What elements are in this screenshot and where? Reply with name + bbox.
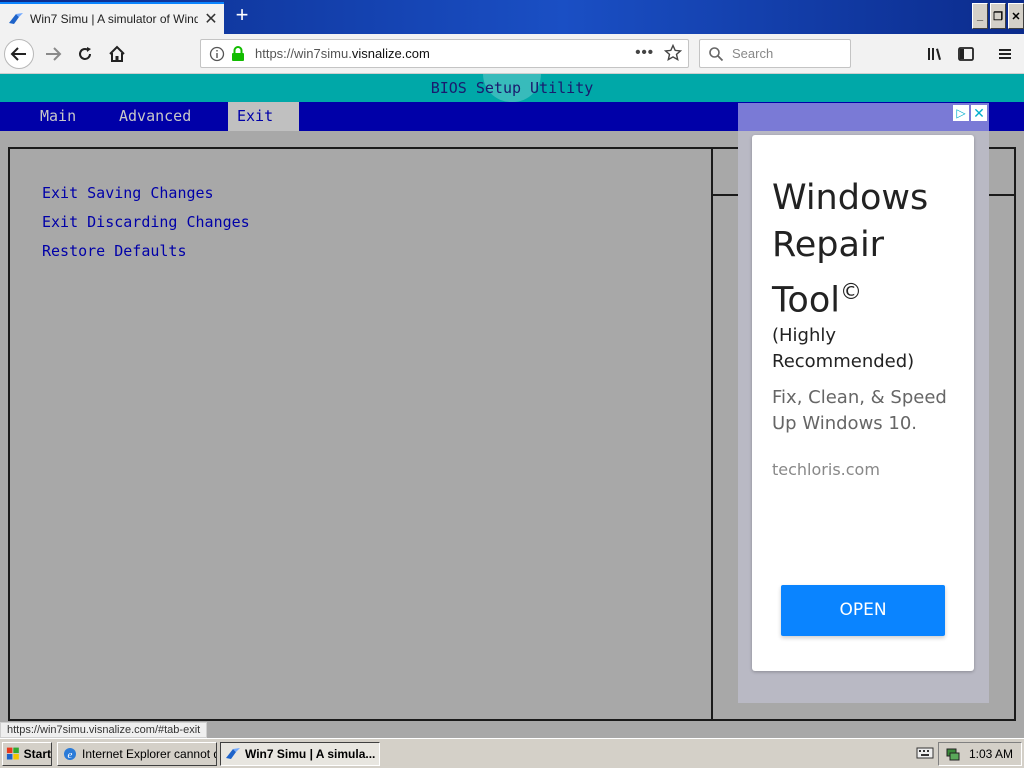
reload-icon [79, 47, 91, 60]
clock[interactable]: 1:03 AM [969, 747, 1013, 761]
reload-button[interactable] [70, 39, 100, 69]
start-label: Start [23, 747, 51, 761]
ad-open-button[interactable]: OPEN [781, 585, 945, 636]
ad-subheadline: (Highly Recommended) [772, 325, 915, 372]
ad-description: Fix, Clean, & Speed Up Windows 10. [772, 387, 947, 434]
sidebar-icon [958, 47, 974, 61]
minimize-button[interactable]: _ [972, 3, 988, 29]
url-scheme: https://win7simu. [255, 46, 352, 61]
svg-text:e: e [68, 749, 73, 761]
status-link-url: https://win7simu.visnalize.com/#tab-exit [0, 722, 208, 738]
bios-title-bar: BIOS Setup Utility [0, 74, 1024, 102]
back-arrow-icon [10, 47, 26, 61]
ad-choices-icon[interactable]: ▷ [953, 105, 969, 121]
browser-tab-win7simu[interactable]: Win7 Simu | A simulator of Windows ✕ [0, 2, 224, 34]
lock-icon [232, 45, 244, 61]
network-icon[interactable] [945, 746, 961, 765]
bios-title: BIOS Setup Utility [430, 79, 594, 97]
new-tab-button[interactable]: + [230, 4, 254, 28]
start-button[interactable]: Start [2, 742, 52, 766]
close-window-button[interactable]: ✕ [1008, 3, 1024, 29]
sidebar-toggle-button[interactable] [951, 39, 981, 69]
ad-headline-mark: © [839, 280, 862, 305]
win7simu-icon [225, 746, 241, 762]
info-icon [209, 46, 225, 61]
search-bar[interactable] [699, 39, 851, 68]
search-icon [709, 46, 724, 61]
hamburger-menu-icon [999, 49, 1011, 59]
bios-tab-advanced[interactable]: Advanced [110, 102, 200, 131]
ad-headline: Windows Repair Tool© [772, 175, 967, 325]
back-button[interactable] [4, 39, 34, 69]
home-icon [109, 45, 125, 62]
win7simu-favicon-icon [8, 11, 24, 27]
exit-discarding-changes-option[interactable]: Exit Discarding Changes [42, 213, 250, 242]
keyboard-icon[interactable] [916, 746, 934, 763]
windows-logo-icon [6, 747, 19, 760]
bios-exit-options: Exit Saving Changes Exit Discarding Chan… [42, 184, 250, 271]
url-text: https://win7simu.visnalize.com [255, 46, 430, 61]
ad-header-bar: ▷ ✕ [738, 103, 989, 131]
ad-card[interactable]: Windows Repair Tool© (Highly Recommended… [752, 135, 974, 671]
browser-tab-strip: Win7 Simu | A simulator of Windows ✕ + _… [0, 0, 1024, 34]
internet-explorer-icon: e [62, 746, 78, 762]
library-button[interactable] [920, 39, 950, 69]
system-tray: 1:03 AM [938, 742, 1022, 766]
bios-help-panel-divider [711, 147, 713, 721]
taskbar-item-win7simu[interactable]: Win7 Simu | A simula... [220, 742, 380, 766]
restore-defaults-option[interactable]: Restore Defaults [42, 242, 250, 271]
search-input[interactable] [732, 46, 842, 61]
forward-arrow-icon [46, 47, 62, 61]
window-controls: _ ❐ ✕ [972, 3, 1024, 29]
forward-button[interactable] [38, 39, 68, 69]
browser-toolbar: https://win7simu.visnalize.com ••• [0, 34, 1024, 74]
bios-tab-main[interactable]: Main [31, 102, 85, 131]
tab-close-icon[interactable]: ✕ [198, 9, 224, 29]
menu-button[interactable] [990, 39, 1020, 69]
bios-tab-exit[interactable]: Exit [228, 102, 299, 131]
page-content: BIOS Setup Utility Main Advanced Exit Ex… [0, 74, 1024, 738]
url-host: visnalize.com [351, 46, 430, 61]
bookmark-star-icon[interactable] [663, 43, 683, 65]
ad-close-icon[interactable]: ✕ [971, 105, 987, 121]
library-icon [928, 48, 941, 60]
home-button[interactable] [102, 39, 132, 69]
address-bar[interactable]: https://win7simu.visnalize.com ••• [200, 39, 689, 68]
exit-saving-changes-option[interactable]: Exit Saving Changes [42, 184, 250, 213]
page-actions-menu-icon[interactable]: ••• [635, 44, 654, 61]
ad-domain: techloris.com [772, 460, 880, 479]
taskbar: Start e Internet Explorer cannot d... Wi… [0, 738, 1024, 768]
taskbar-item-internet-explorer[interactable]: e Internet Explorer cannot d... [57, 742, 217, 766]
advertisement: ▷ ✕ Windows Repair Tool© (Highly Recomme… [738, 103, 989, 703]
taskbar-item-label: Win7 Simu | A simula... [245, 747, 376, 761]
tab-title: Win7 Simu | A simulator of Windows [30, 12, 198, 26]
restore-button[interactable]: ❐ [990, 3, 1006, 29]
taskbar-item-label: Internet Explorer cannot d... [82, 747, 217, 761]
